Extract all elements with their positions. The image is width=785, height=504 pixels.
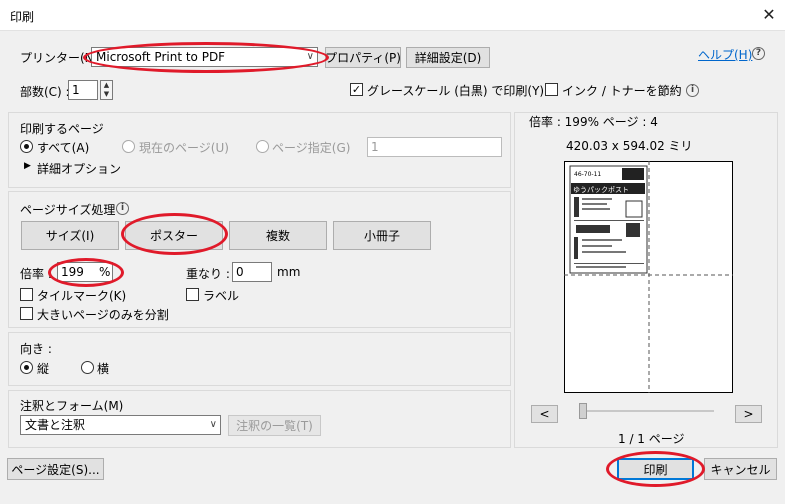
scale-input[interactable]: 199 % — [57, 262, 113, 282]
orientation-heading: 向き : — [20, 342, 52, 356]
labels-label: ラベル — [203, 289, 240, 303]
tab-size[interactable]: サイズ(I) — [21, 221, 119, 250]
help-link[interactable]: ヘルプ(H) — [698, 46, 752, 63]
chevron-down-icon: ∨ — [306, 51, 314, 62]
sizing-heading: ページサイズ処理 — [20, 203, 116, 217]
orientation-landscape-label: 横 — [97, 362, 110, 376]
expand-triangle-icon[interactable]: ▶ — [24, 161, 31, 171]
pages-all-label: すべて(A) — [37, 141, 90, 155]
label-code: 46-70-11 — [574, 171, 601, 178]
preview-page-count: 1 / 1 ページ — [618, 432, 685, 446]
orientation-portrait-label: 縦 — [37, 362, 50, 376]
tab-multiple[interactable]: 複数 — [229, 221, 327, 250]
pages-all-radio[interactable] — [20, 140, 33, 153]
printer-select-value: Microsoft Print to PDF — [96, 50, 226, 64]
comments-select-value: 文書と注釈 — [25, 418, 86, 432]
print-button[interactable]: 印刷 — [617, 458, 694, 480]
preview-page: 46-70-11 ゆうパックポスト — [564, 161, 733, 393]
printer-label: プリンター(N) — [20, 51, 99, 65]
help-icon[interactable]: ? — [752, 47, 765, 60]
close-icon[interactable]: ✕ — [758, 4, 780, 26]
shipping-label-thumbnail — [569, 165, 648, 274]
spin-down-icon[interactable]: ▼ — [101, 90, 112, 99]
labels-checkbox[interactable] — [186, 288, 199, 301]
copies-spinner[interactable]: ▲ ▼ — [100, 80, 113, 100]
orientation-landscape-radio[interactable] — [81, 361, 94, 374]
window-title: 印刷 — [10, 10, 35, 24]
scale-unit: % — [99, 265, 111, 279]
preview-slider-track[interactable] — [580, 410, 714, 412]
tile-marks-label: タイルマーク(K) — [37, 289, 127, 303]
tab-booklet[interactable]: 小冊子 — [333, 221, 431, 250]
copies-input[interactable]: 1 — [68, 80, 98, 100]
preview-prev-button[interactable]: < — [531, 405, 558, 423]
scale-value: 199 — [61, 265, 84, 279]
page-setup-button[interactable]: ページ設定(S)... — [7, 458, 104, 480]
ink-save-label: インク / トナーを節約 — [562, 84, 682, 98]
tile-marks-checkbox[interactable] — [20, 288, 33, 301]
chevron-down-icon: ∨ — [209, 419, 217, 430]
preview-next-button[interactable]: > — [735, 405, 762, 423]
comments-summary-button[interactable]: 注釈の一覧(T) — [228, 415, 321, 436]
scale-label: 倍率 : — [20, 267, 52, 281]
pages-heading: 印刷するページ — [20, 122, 104, 136]
comments-heading: 注釈とフォーム(M) — [20, 399, 124, 413]
overlap-unit: mm — [277, 265, 301, 279]
comments-select[interactable]: 文書と注釈 ∨ — [20, 415, 221, 435]
page-range-input[interactable]: 1 — [367, 137, 502, 157]
pages-current-label: 現在のページ(U) — [139, 141, 229, 155]
copies-label: 部数(C) : — [20, 85, 70, 99]
orientation-portrait-radio[interactable] — [20, 361, 33, 374]
preview-scale-text: 倍率 : 199% ページ : 4 — [529, 115, 658, 129]
spin-up-icon[interactable]: ▲ — [101, 81, 112, 90]
printer-advanced-button[interactable]: 詳細設定(D) — [406, 47, 490, 68]
overlap-label: 重なり : — [186, 267, 230, 281]
split-large-checkbox[interactable] — [20, 307, 33, 320]
pages-specify-radio[interactable] — [256, 140, 269, 153]
printer-select[interactable]: Microsoft Print to PDF ∨ — [91, 47, 318, 67]
pages-specify-label: ページ指定(G) — [272, 141, 351, 155]
split-large-label: 大きいページのみを分割 — [37, 308, 169, 322]
preview-dimensions: 420.03 x 594.02 ミリ — [566, 139, 693, 153]
cancel-button[interactable]: キャンセル — [704, 458, 777, 480]
overlap-input[interactable]: 0 — [232, 262, 272, 282]
grayscale-checkbox[interactable]: ✓ — [350, 83, 363, 96]
grayscale-label: グレースケール (白黒) で印刷(Y) — [367, 84, 545, 98]
printer-properties-button[interactable]: プロパティ(P) — [325, 47, 401, 68]
ink-save-checkbox[interactable] — [545, 83, 558, 96]
orientation-panel — [8, 332, 511, 386]
preview-slider-handle[interactable] — [579, 403, 587, 419]
info-icon[interactable]: i — [686, 84, 699, 97]
tab-poster[interactable]: ポスター — [125, 221, 223, 250]
title-bar: 印刷 ✕ — [0, 0, 785, 31]
sizing-info-icon[interactable]: i — [116, 202, 129, 215]
pages-current-radio[interactable] — [122, 140, 135, 153]
label-brand: ゆうパックポスト — [573, 186, 629, 194]
more-options-link[interactable]: 詳細オプション — [37, 160, 121, 177]
